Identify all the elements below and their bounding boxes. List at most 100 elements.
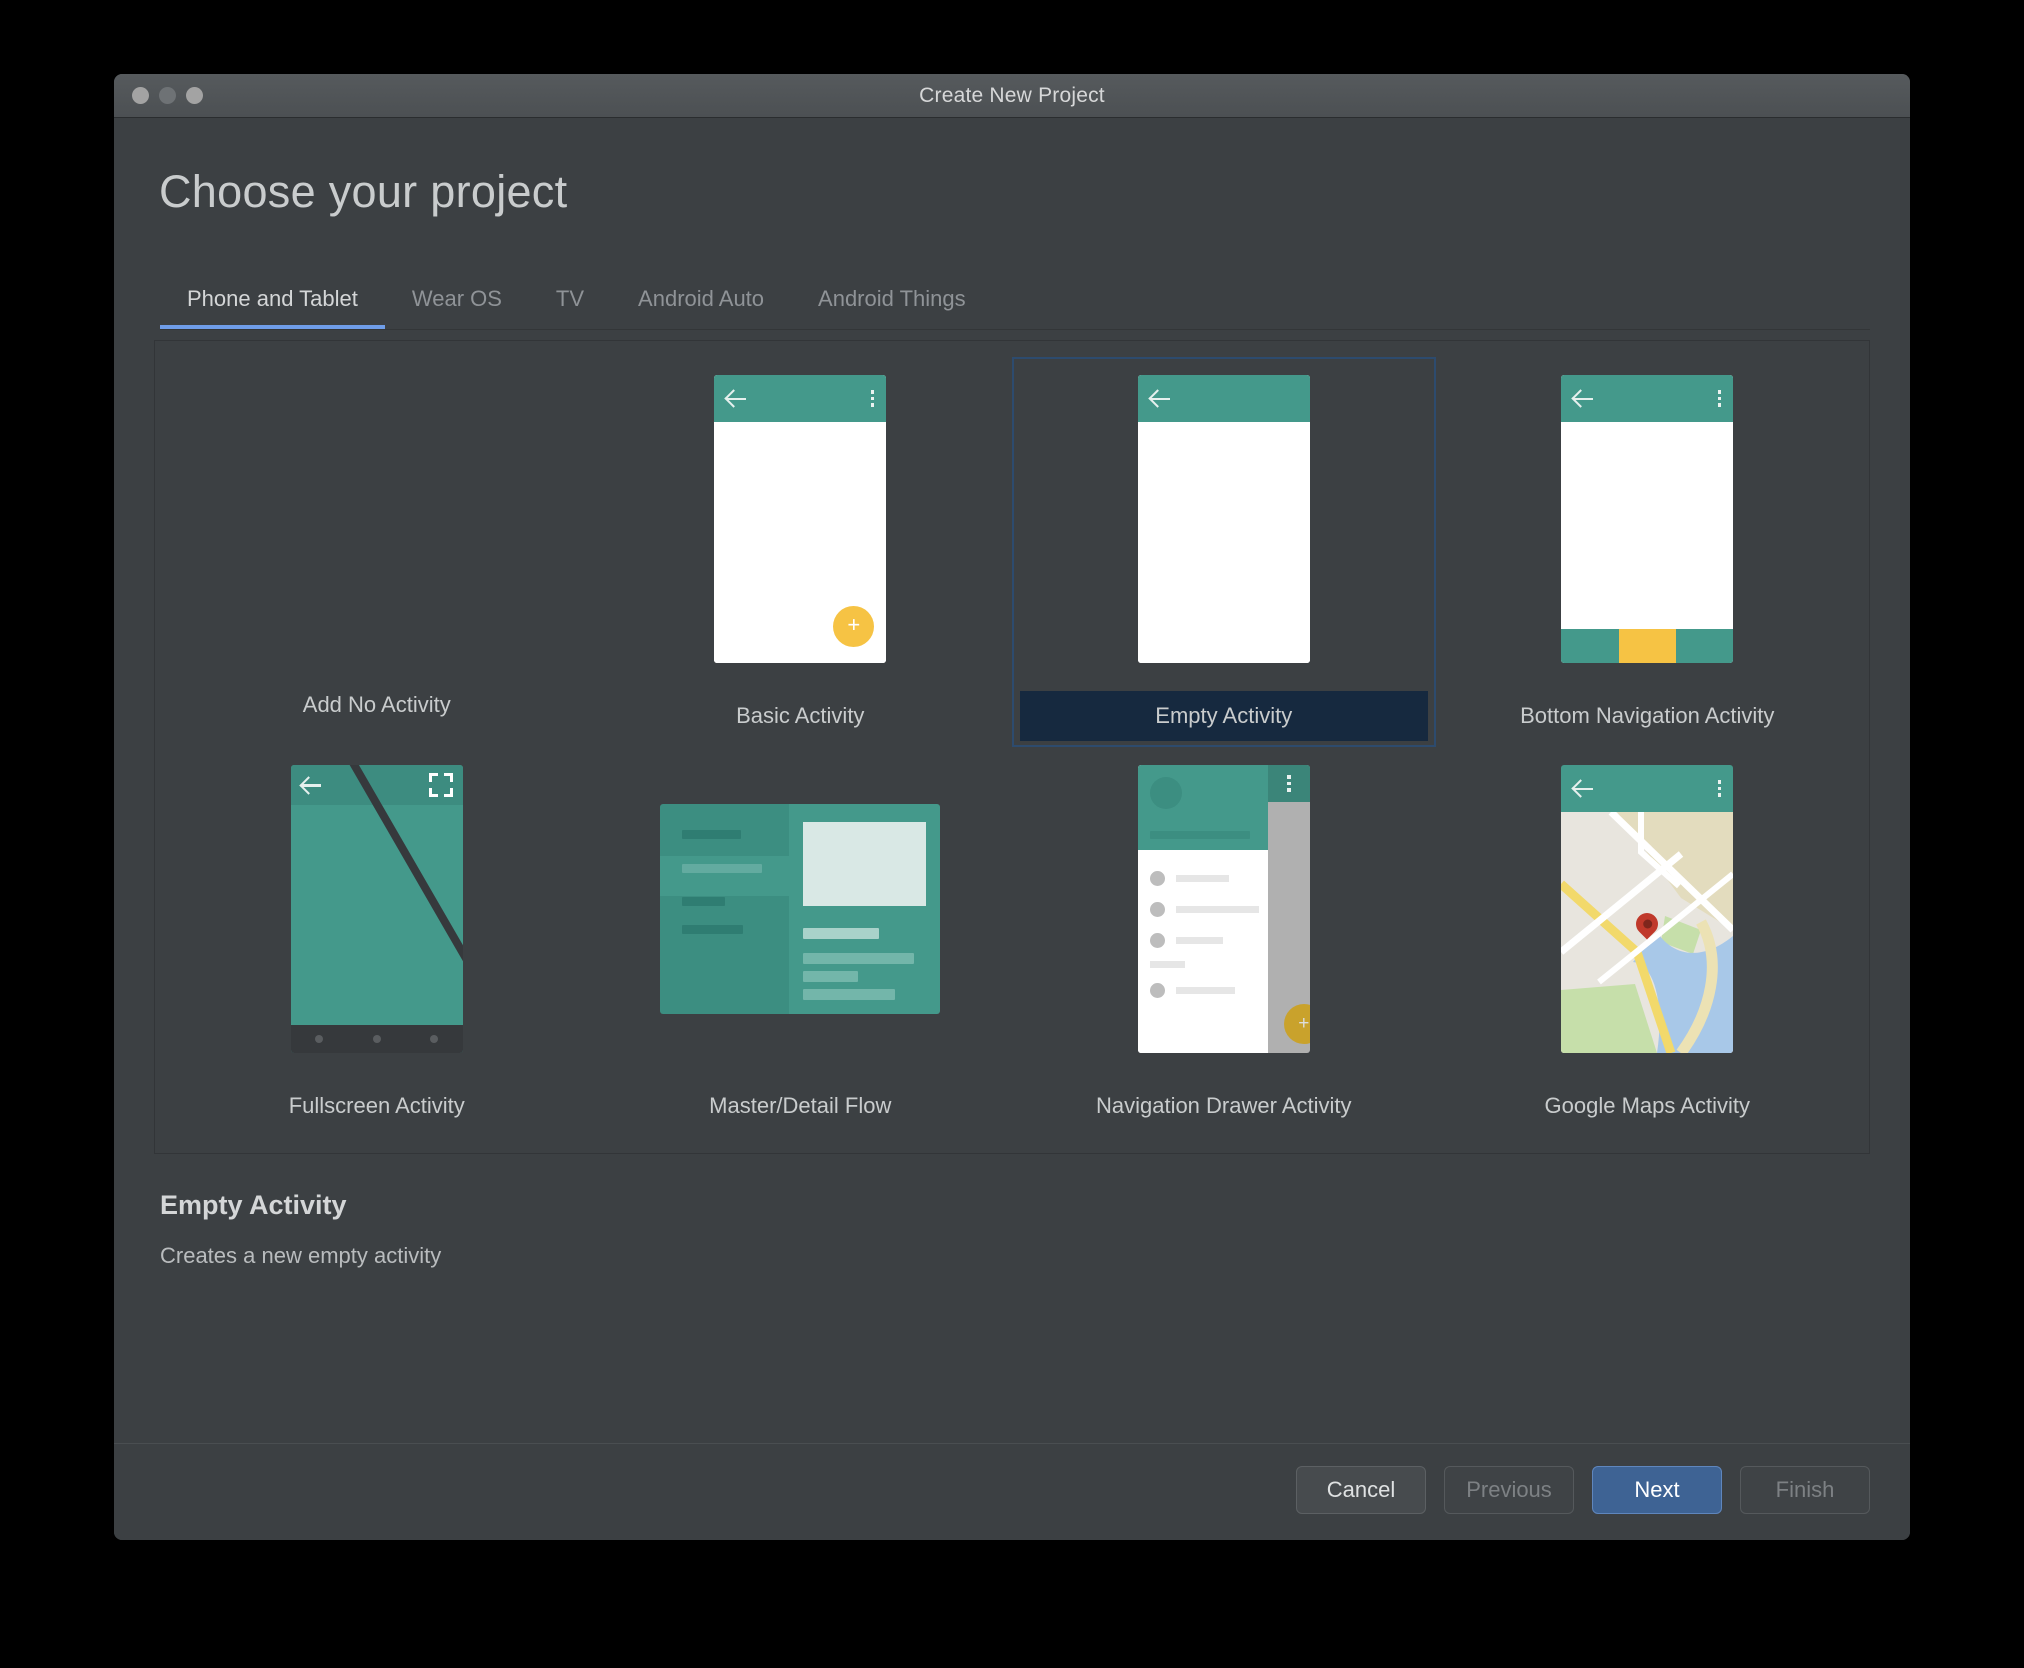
list-item-label-bar bbox=[1175, 906, 1259, 913]
avatar bbox=[1149, 777, 1182, 809]
app-bar bbox=[714, 375, 887, 422]
app-bar bbox=[1268, 765, 1310, 802]
dialog-body: Choose your project Phone and Tablet Wea… bbox=[114, 118, 1910, 1443]
drawer-list-item bbox=[1138, 863, 1269, 894]
template-card-google-maps-activity[interactable]: Google Maps Activity bbox=[1436, 747, 1860, 1137]
template-card-navigation-drawer-activity[interactable]: + Navigation Drawer Activity bbox=[1012, 747, 1436, 1137]
back-arrow-icon bbox=[726, 388, 748, 410]
drawer-header-bar bbox=[1149, 831, 1251, 839]
description-text: Creates a new empty activity bbox=[160, 1243, 442, 1268]
detail-pane bbox=[789, 804, 941, 1014]
template-label-bottom-navigation-activity: Bottom Navigation Activity bbox=[1520, 703, 1775, 728]
description-title: Empty Activity bbox=[160, 1190, 347, 1220]
diagonal-divider bbox=[340, 765, 463, 1053]
thumbnail-bottom-navigation-activity bbox=[1444, 369, 1852, 669]
phone-mockup bbox=[1561, 375, 1734, 663]
template-label-google-maps-activity: Google Maps Activity bbox=[1544, 1093, 1750, 1118]
drawer-list-item bbox=[1138, 975, 1269, 1006]
thumbnail-empty-activity bbox=[1020, 369, 1428, 669]
cancel-button[interactable]: Cancel bbox=[1296, 1466, 1426, 1514]
list-item-icon bbox=[1149, 902, 1165, 917]
template-label-master-detail-flow: Master/Detail Flow bbox=[709, 1093, 892, 1118]
maps-mockup bbox=[1561, 765, 1734, 1053]
window-title: Create New Project bbox=[919, 83, 1105, 107]
template-label-basic-activity: Basic Activity bbox=[736, 703, 865, 728]
template-card-add-no-activity[interactable]: Add No Activity bbox=[165, 357, 589, 747]
thumbnail-navigation-drawer-activity: + bbox=[1020, 759, 1428, 1059]
detail-text-bar bbox=[803, 953, 914, 964]
phone-content: + bbox=[714, 422, 887, 663]
phone-content bbox=[1137, 422, 1310, 663]
next-button[interactable]: Next bbox=[1592, 1466, 1722, 1514]
back-arrow-icon bbox=[301, 774, 323, 796]
master-row-bar bbox=[682, 925, 743, 934]
template-card-bottom-navigation-activity[interactable]: Bottom Navigation Activity bbox=[1436, 357, 1860, 747]
floating-action-button-icon: + bbox=[1283, 1004, 1310, 1044]
drawer-panel bbox=[1137, 765, 1269, 1053]
template-label-fullscreen-activity: Fullscreen Activity bbox=[288, 1093, 465, 1118]
thumbnail-google-maps-activity bbox=[1444, 759, 1852, 1059]
drawer-item-list bbox=[1137, 850, 1269, 1053]
master-row-bar bbox=[682, 864, 763, 873]
app-bar bbox=[1561, 765, 1734, 812]
drawer-list-item bbox=[1138, 894, 1269, 925]
list-item-label-bar bbox=[1175, 937, 1224, 944]
overflow-menu-icon bbox=[1717, 780, 1722, 797]
bottom-nav-item bbox=[1675, 629, 1734, 663]
detail-title-bar bbox=[803, 928, 880, 939]
list-item-icon bbox=[1149, 933, 1165, 948]
template-card-master-detail-flow[interactable]: Master/Detail Flow bbox=[589, 747, 1013, 1137]
detail-text-bar bbox=[803, 971, 859, 982]
system-navigation-bar bbox=[290, 1025, 463, 1053]
finish-button[interactable]: Finish bbox=[1740, 1466, 1870, 1514]
detail-text-bar bbox=[803, 989, 896, 1000]
fullscreen-mockup bbox=[290, 765, 463, 1053]
thumbnail-fullscreen-activity bbox=[173, 759, 581, 1059]
back-arrow-icon bbox=[1573, 388, 1595, 410]
thumbnail-basic-activity: + bbox=[597, 369, 1005, 669]
master-row-highlight bbox=[660, 856, 790, 896]
template-label-navigation-drawer-activity: Navigation Drawer Activity bbox=[1095, 1093, 1352, 1118]
template-card-fullscreen-activity[interactable]: Fullscreen Activity bbox=[165, 747, 589, 1137]
bottom-nav-item bbox=[1561, 629, 1619, 663]
category-tabs: Phone and Tablet Wear OS TV Android Auto… bbox=[160, 280, 1870, 330]
previous-button[interactable]: Previous bbox=[1444, 1466, 1574, 1514]
template-card-empty-activity[interactable]: Empty Activity bbox=[1012, 357, 1436, 747]
master-pane bbox=[660, 804, 790, 1014]
tab-phone-and-tablet[interactable]: Phone and Tablet bbox=[160, 280, 385, 329]
tab-android-auto[interactable]: Android Auto bbox=[611, 280, 791, 329]
master-row-bar bbox=[682, 897, 725, 906]
template-label-add-no-activity: Add No Activity bbox=[302, 692, 451, 717]
phone-mockup: + bbox=[714, 375, 887, 663]
dialog-footer: Cancel Previous Next Finish bbox=[114, 1443, 1910, 1540]
create-new-project-window: Create New Project Choose your project P… bbox=[114, 74, 1910, 1540]
tab-android-things[interactable]: Android Things bbox=[791, 280, 993, 329]
back-arrow-icon bbox=[1573, 778, 1595, 800]
floating-action-button-icon: + bbox=[833, 606, 875, 647]
template-label-empty-activity: Empty Activity bbox=[1020, 691, 1428, 741]
list-item-icon bbox=[1149, 983, 1165, 998]
drawer-section-header-bar bbox=[1149, 961, 1186, 968]
phone-content bbox=[1561, 422, 1734, 629]
master-detail-mockup bbox=[660, 804, 941, 1014]
master-row-bar bbox=[682, 830, 742, 839]
overflow-menu-icon bbox=[1717, 390, 1722, 407]
overflow-menu-icon bbox=[870, 390, 875, 407]
thumbnail-master-detail-flow bbox=[597, 759, 1005, 1059]
list-item-label-bar bbox=[1175, 875, 1230, 882]
tab-wear-os[interactable]: Wear OS bbox=[385, 280, 529, 329]
scrim-content-area: + bbox=[1268, 765, 1310, 1053]
phone-mockup bbox=[1137, 375, 1310, 663]
page-title: Choose your project bbox=[159, 166, 568, 217]
template-card-basic-activity[interactable]: + Basic Activity bbox=[589, 357, 1013, 747]
tab-tv[interactable]: TV bbox=[529, 280, 611, 329]
template-grid: Add No Activity + Basic Activity Empty A… bbox=[165, 357, 1859, 1137]
overflow-menu-icon bbox=[1287, 775, 1291, 792]
navigation-drawer-mockup: + bbox=[1137, 765, 1310, 1053]
app-bar bbox=[1561, 375, 1734, 422]
template-grid-panel: Add No Activity + Basic Activity Empty A… bbox=[154, 340, 1870, 1154]
list-item-icon bbox=[1149, 871, 1165, 886]
window-titlebar: Create New Project bbox=[114, 74, 1910, 118]
drawer-header bbox=[1137, 765, 1269, 850]
list-item-label-bar bbox=[1175, 987, 1236, 994]
